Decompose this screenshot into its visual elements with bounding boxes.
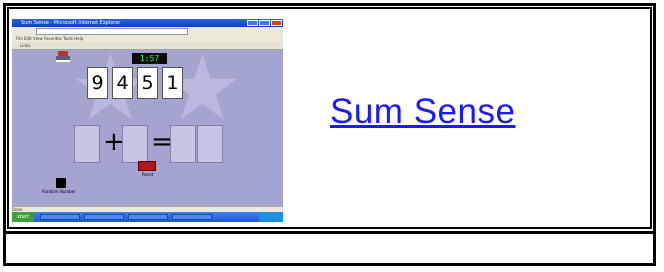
digit-card: 1	[162, 67, 183, 99]
digit-card: 4	[112, 67, 133, 99]
game-screenshot-thumbnail: Sum Sense - Microsoft Internet Explorer …	[12, 19, 283, 222]
address-bar	[12, 27, 283, 35]
address-field	[36, 28, 188, 35]
close-icon	[271, 20, 282, 26]
window-titlebar: Sum Sense - Microsoft Internet Explorer	[12, 19, 283, 27]
game-stage: ★ ★ 1:57 9 4 5 1 + = Random Number Reset	[12, 44, 283, 206]
reset-label: Reset	[142, 172, 154, 177]
taskbar-item	[84, 214, 124, 220]
digit-card: 9	[87, 67, 108, 99]
window-controls	[247, 20, 282, 26]
random-number-button	[56, 178, 66, 188]
answer-slot	[197, 125, 223, 163]
random-number-label: Random Number	[42, 189, 76, 194]
taskbar-item	[40, 214, 80, 220]
answer-slot	[170, 125, 196, 163]
game-timer: 1:57	[132, 53, 167, 64]
maximize-icon	[259, 20, 270, 26]
minimize-icon	[247, 20, 258, 26]
answer-slot	[122, 125, 148, 163]
window-title: Sum Sense - Microsoft Internet Explorer	[21, 20, 121, 26]
sum-sense-link[interactable]: Sum Sense	[330, 92, 515, 132]
digit-card: 5	[137, 67, 158, 99]
taskbar: start	[12, 212, 283, 222]
frame-divider	[3, 231, 656, 234]
start-button: start	[12, 212, 34, 222]
reset-button	[138, 161, 156, 171]
taskbar-item	[128, 214, 168, 220]
speaker-icon	[56, 51, 70, 62]
answer-slot	[74, 125, 100, 163]
taskbar-item	[172, 214, 212, 220]
system-tray	[259, 212, 283, 222]
